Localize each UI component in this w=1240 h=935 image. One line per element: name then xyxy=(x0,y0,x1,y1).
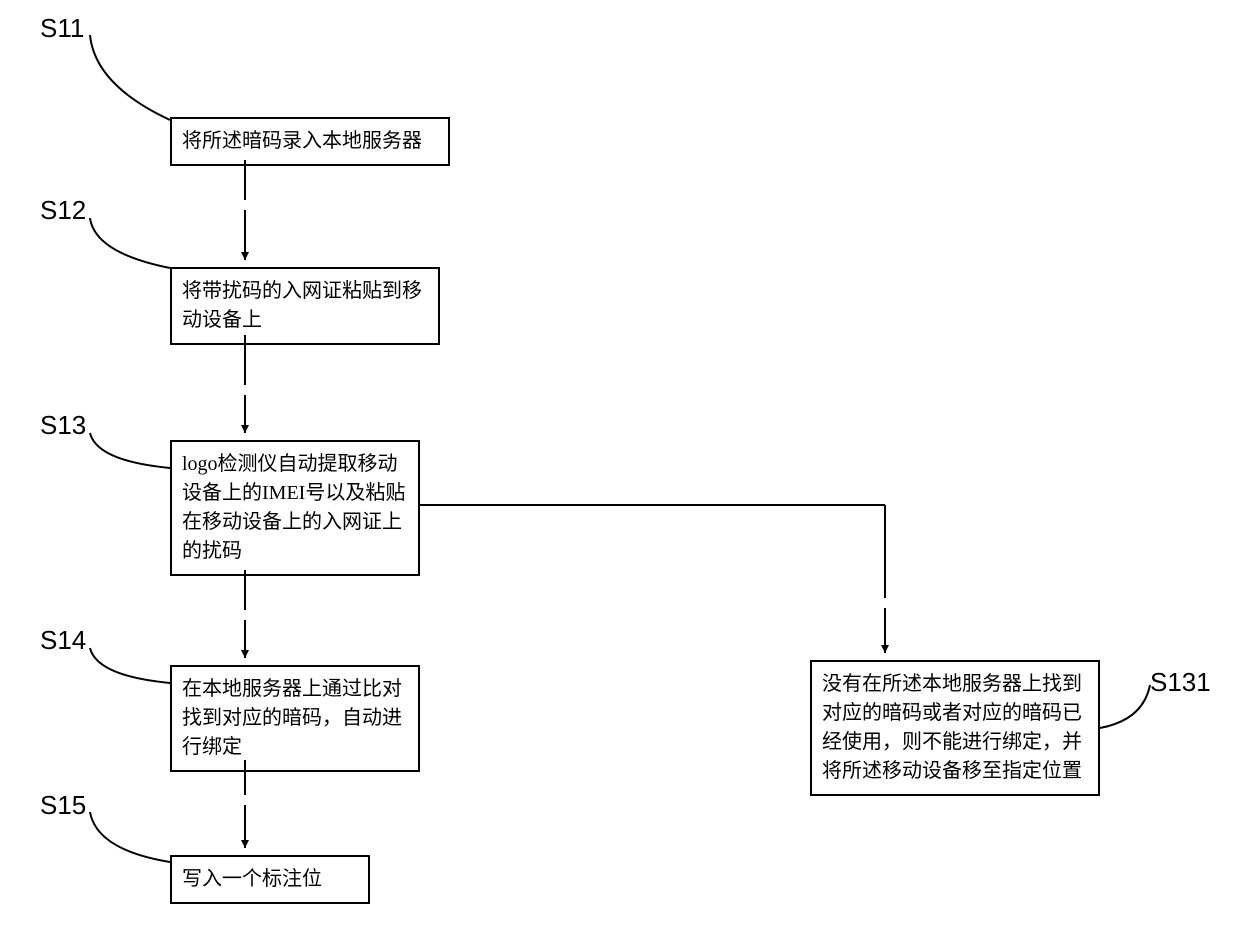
label-s14: S14 xyxy=(40,625,86,656)
box-s15: 写入一个标注位 xyxy=(170,855,370,904)
label-s14-connector xyxy=(75,638,175,693)
box-s14: 在本地服务器上通过比对找到对应的暗码，自动进行绑定 xyxy=(170,665,420,772)
label-s11-connector xyxy=(75,25,175,125)
label-s13: S13 xyxy=(40,410,86,441)
label-s11: S11 xyxy=(40,13,84,44)
label-s15-connector xyxy=(75,802,175,872)
box-s13: logo检测仪自动提取移动设备上的IMEI号以及粘贴在移动设备上的入网证上的扰码 xyxy=(170,440,420,576)
label-s15: S15 xyxy=(40,790,86,821)
label-s131: S131 xyxy=(1150,667,1211,698)
label-s12: S12 xyxy=(40,195,86,226)
box-s12: 将带扰码的入网证粘贴到移动设备上 xyxy=(170,267,440,345)
label-s13-connector xyxy=(75,423,175,478)
box-s131: 没有在所述本地服务器上找到对应的暗码或者对应的暗码已经使用，则不能进行绑定，并将… xyxy=(810,660,1100,796)
box-s11: 将所述暗码录入本地服务器 xyxy=(170,117,450,166)
label-s12-connector xyxy=(75,208,175,278)
